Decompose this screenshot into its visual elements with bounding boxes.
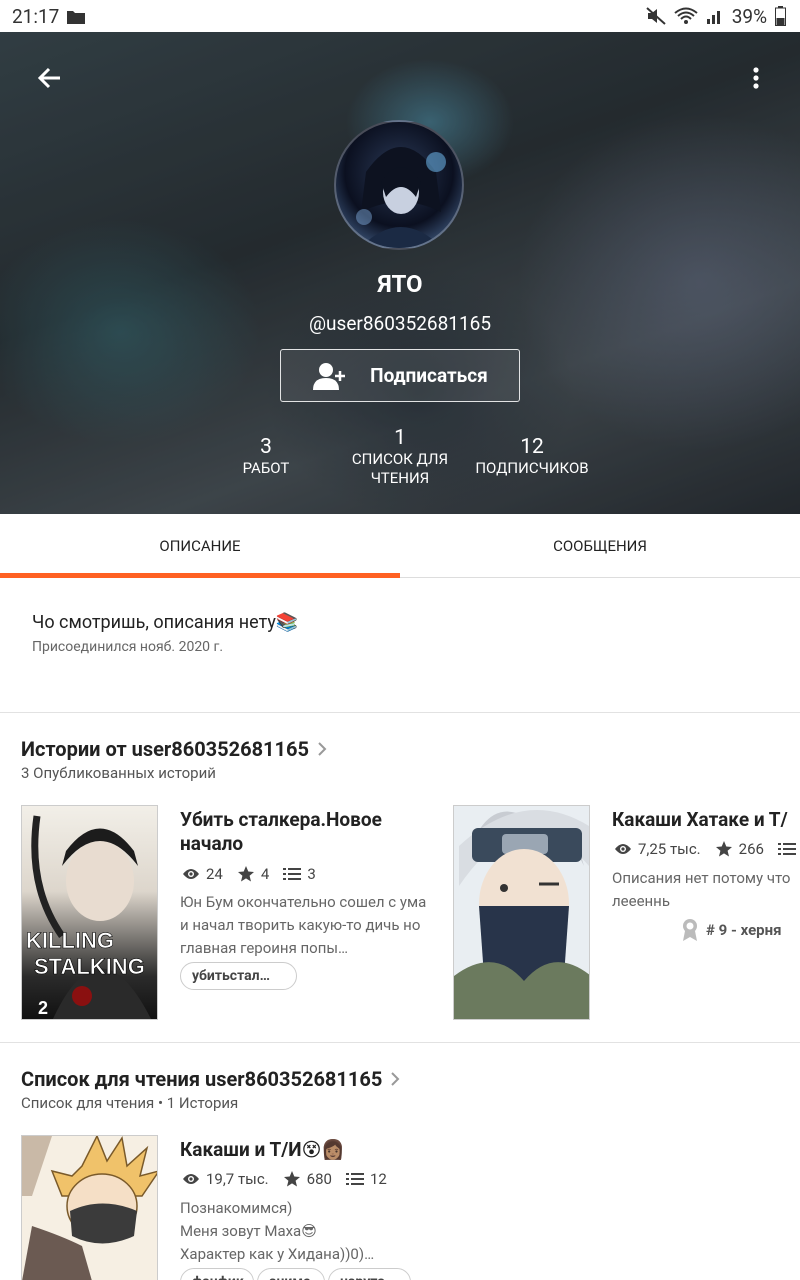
reading-section-subtitle: Список для чтения • 1 История [21,1094,239,1112]
star-icon [283,1171,300,1187]
parts-count: 3 [307,865,316,883]
story-tag[interactable]: фанфик [180,1268,254,1280]
story-title[interactable]: Какаши и Т/И😵👩🏽 [180,1138,480,1162]
follow-label: Подписаться [370,364,488,387]
wifi-icon [674,7,698,24]
stat-followers[interactable]: 12 ПОДПИСЧИКОВ [466,435,598,478]
list-icon [345,1173,364,1185]
display-name: ЯТО [377,270,423,298]
eye-icon [615,844,631,854]
divider [0,712,800,713]
folder-icon [67,10,86,24]
views-count: 7,25 тыс. [638,840,701,858]
add-person-icon [313,362,346,390]
reading-section-title[interactable]: Список для чтения user860352681165 [21,1067,400,1091]
votes-count: 4 [260,865,270,883]
story-cover[interactable] [21,1135,158,1280]
arrow-left-icon[interactable] [34,62,66,94]
eye-icon [183,869,199,879]
story-cover[interactable]: KILLING STALKING 2 [21,805,158,1020]
battery-percent: 39% [731,4,767,28]
stat-value: 1 [394,426,406,450]
views-count: 19,7 тыс. [206,1170,269,1188]
story-tag[interactable]: убитьстал… [180,962,297,990]
stories-section-subtitle: 3 Опубликованных историй [21,764,216,782]
tab-about[interactable]: ОПИСАНИЕ [0,514,400,578]
story-description-line: Познакомимся) [180,1199,293,1217]
votes-count: 680 [306,1170,332,1188]
story-description: Описания нет потому что леееннь [612,869,791,910]
section-title-text: Список для чтения user860352681165 [21,1067,383,1091]
parts-count: 12 [369,1170,387,1188]
more-vert-icon[interactable] [746,62,766,94]
profile-header: ЯТО @user860352681165 Подписаться 3 РАБО… [0,32,800,514]
story-title[interactable]: Убить сталкера.Новое начало [180,808,430,856]
profile-stats: 3 РАБОТ 1 СПИСОК ДЛЯ ЧТЕНИЯ 12 ПОДПИСЧИК… [0,426,800,497]
story-stats: 19,7 тыс. 680 12 [182,1170,387,1188]
joined-date: Присоединился нояб. 2020 г. [32,639,224,655]
ribbon-icon [683,919,697,941]
follow-button[interactable]: Подписаться [280,349,520,402]
story-tag[interactable]: аниме [257,1268,325,1280]
about-section: Чо смотришь, описания нету📚 Присоединилс… [32,612,772,655]
stat-label: СПИСОК ДЛЯ ЧТЕНИЯ [351,450,449,487]
battery-icon [775,6,786,26]
star-icon [237,866,254,882]
story-stats: 7,25 тыс. 266 [614,840,796,858]
stat-reading-lists[interactable]: 1 СПИСОК ДЛЯ ЧТЕНИЯ [344,426,456,488]
username: @user860352681165 [309,312,491,335]
avatar[interactable] [334,120,464,250]
profile-tabs: ОПИСАНИЕ СООБЩЕНИЯ [0,514,800,578]
story-rank: # 9 - херня [680,918,782,942]
status-time: 21:17 [12,4,60,28]
chevron-right-icon [318,742,327,756]
cover-title-line-1: KILLING [26,928,114,953]
eye-icon [183,1174,199,1184]
list-icon [283,868,302,880]
mute-icon [646,7,666,25]
story-description-line: Характер как у Хидана))0)… [180,1245,375,1263]
cover-title-line-2: STALKING [34,954,145,979]
status-bar: 21:17 39% [0,0,800,32]
avatar-image [356,147,446,248]
stat-label: РАБОТ [242,459,290,477]
cover-art: KILLING STALKING 2 [26,815,151,1019]
signal-icon [706,11,720,24]
stat-works[interactable]: 3 РАБОТ [216,435,316,478]
divider [0,1042,800,1043]
story-title[interactable]: Какаши Хатаке и Т/ [612,808,800,832]
star-icon [715,841,732,857]
profile-description: Чо смотришь, описания нету📚 [32,612,299,633]
cover-art [22,1136,157,1280]
stories-section-title[interactable]: Истории от user860352681165 [21,737,327,761]
section-title-text: Истории от user860352681165 [21,737,309,761]
story-tag[interactable]: наруто [328,1268,411,1280]
story-description-line: Меня зовут Маха😎 [180,1222,317,1240]
cover-art [454,810,589,1019]
views-count: 24 [206,865,223,883]
cover-volume-number: 2 [38,998,48,1018]
stat-value: 12 [520,435,544,459]
stat-label: ПОДПИСЧИКОВ [475,459,589,477]
story-stats: 24 4 3 [182,865,316,883]
tab-messages[interactable]: СООБЩЕНИЯ [400,514,800,577]
story-cover[interactable] [453,805,590,1020]
votes-count: 266 [738,840,764,858]
chevron-right-icon [391,1072,400,1086]
rank-text: # 9 - херня [706,921,782,939]
stat-value: 3 [260,435,272,459]
story-description: Юн Бум окончательно сошел с ума и начал … [180,893,427,957]
list-icon [777,843,796,855]
